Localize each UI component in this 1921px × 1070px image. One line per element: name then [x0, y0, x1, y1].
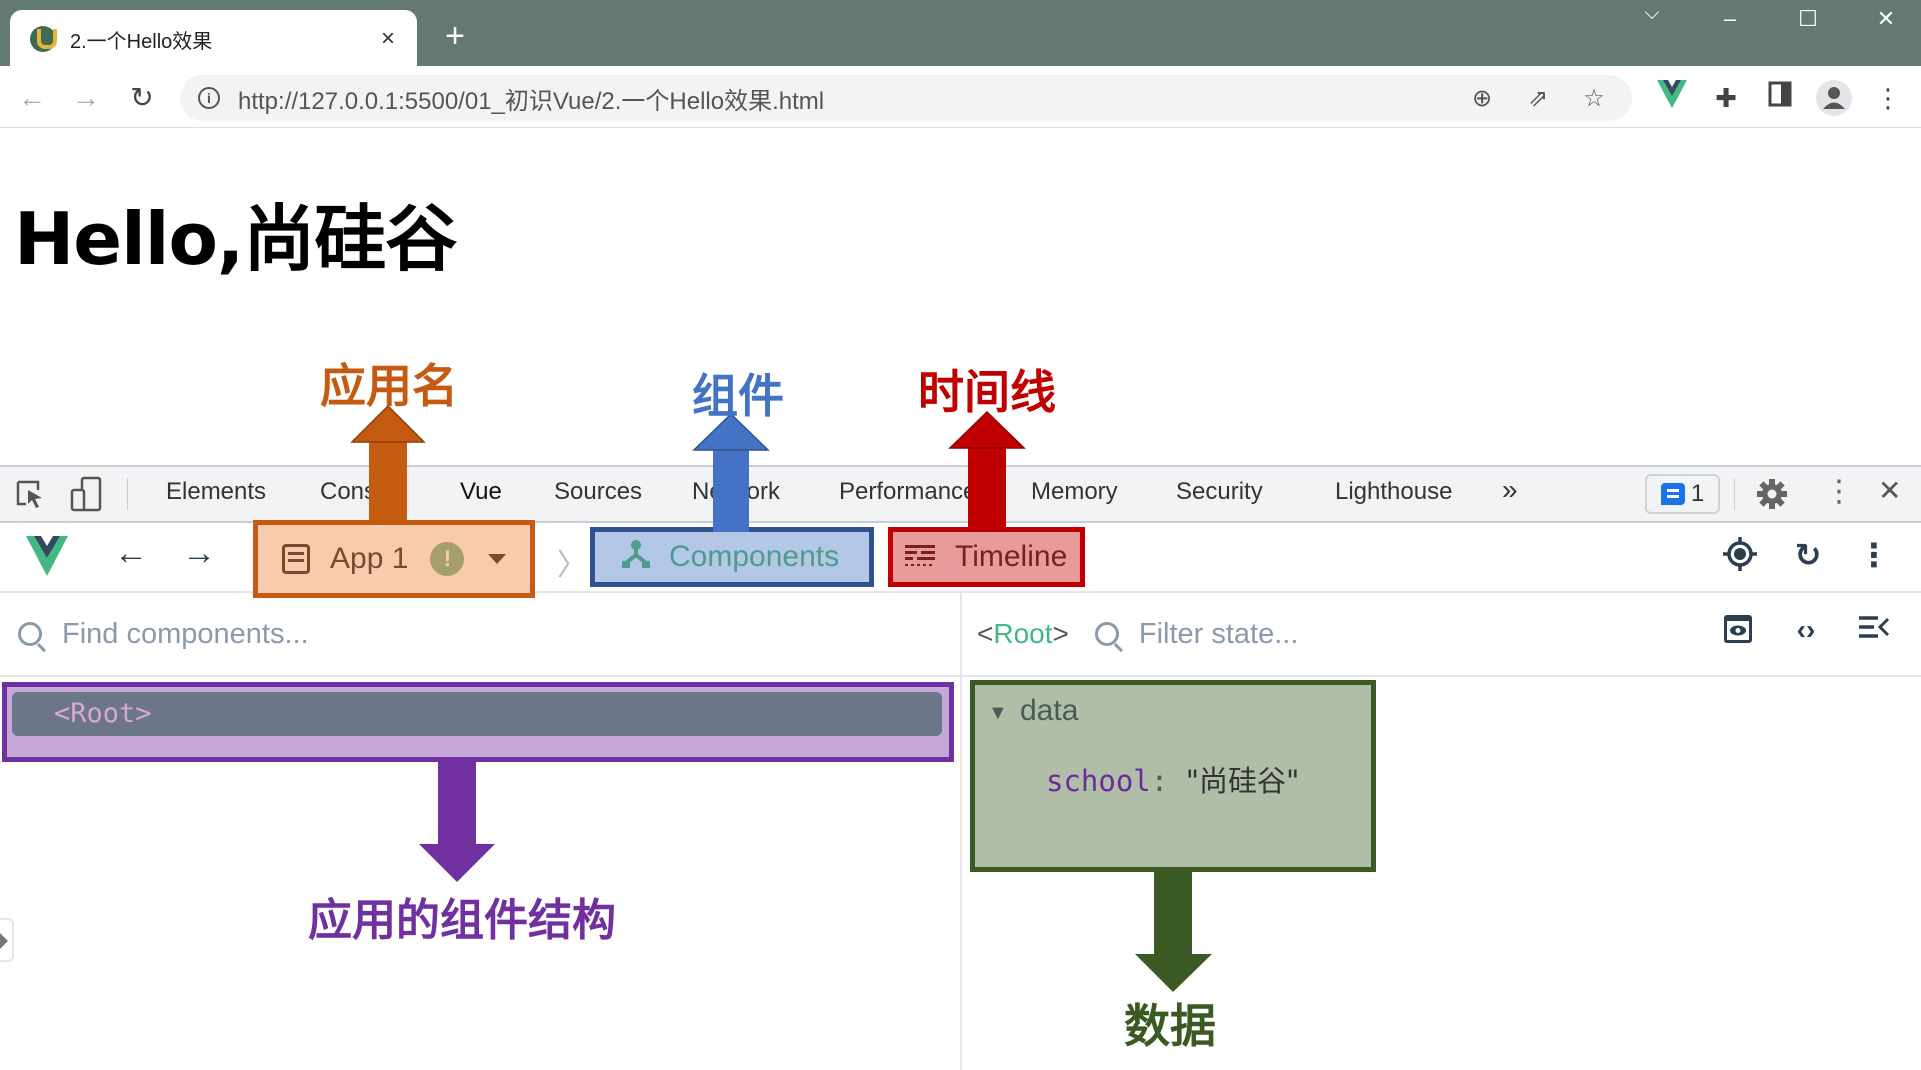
annotation-components-text: 组件	[692, 369, 784, 423]
annotation-component-tree: 应用的组件结构	[308, 884, 616, 948]
arrow-component-tree	[419, 762, 495, 882]
arrow-data	[1135, 872, 1212, 992]
annotation-components: 组件	[692, 360, 784, 426]
annotation-app-name: 应用名	[320, 350, 458, 416]
annotation-timeline: 时间线	[918, 356, 1056, 422]
arrow-components	[692, 412, 770, 532]
annotation-app-name-text: 应用名	[320, 359, 458, 413]
annotation-data: 数据	[1124, 990, 1216, 1056]
annotation-arrows	[350, 404, 1212, 992]
arrow-app-name	[350, 404, 426, 524]
arrow-timeline	[948, 410, 1026, 530]
annotation-timeline-text: 时间线	[918, 365, 1056, 419]
annotation-data-text: 数据	[1124, 999, 1216, 1053]
annotation-component-tree-text: 应用的组件结构	[308, 895, 616, 946]
